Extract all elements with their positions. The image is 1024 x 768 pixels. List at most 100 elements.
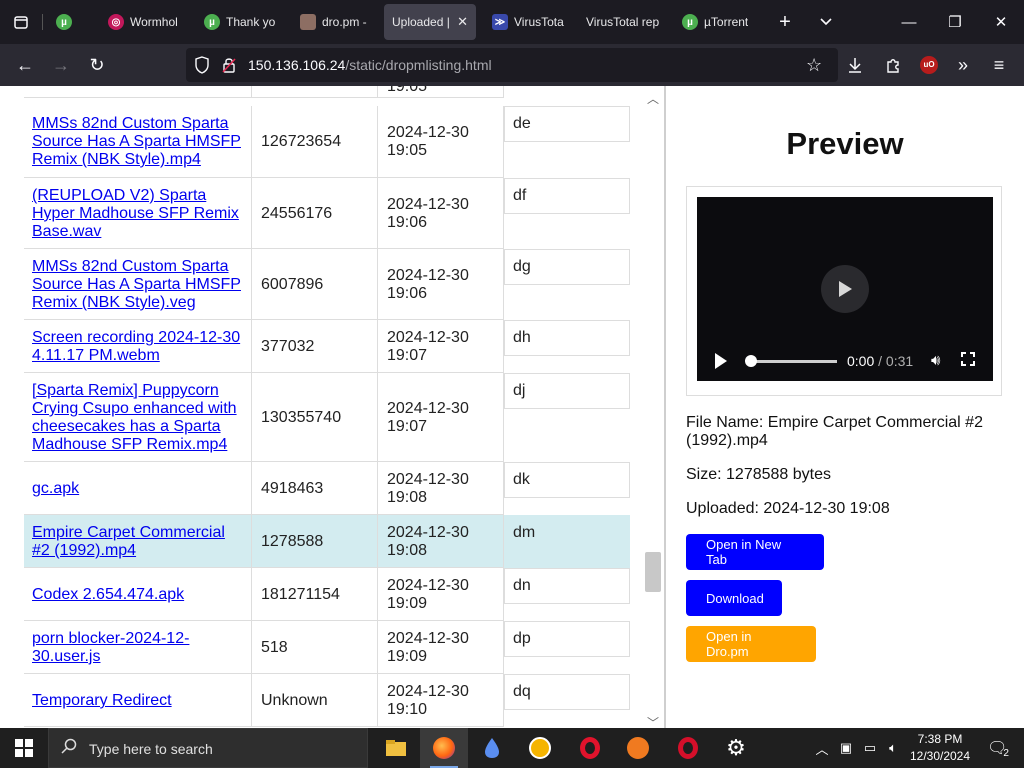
- not-secure-lock-icon[interactable]: [222, 56, 236, 79]
- show-hidden-icons-chevron[interactable]: ︿: [812, 728, 832, 768]
- uploaded-info: Uploaded: 2024-12-30 19:08: [686, 500, 890, 517]
- file-link[interactable]: (REUPLOAD V2) Sparta Hyper Madhouse SFP …: [32, 187, 243, 241]
- table-cell-size: 4918463: [252, 462, 378, 515]
- tab-dro-pm[interactable]: dro.pm -: [300, 4, 370, 40]
- file-link[interactable]: MMSs 82nd Custom Sparta Source Has A Spa…: [32, 115, 243, 169]
- network-icon[interactable]: ▭: [860, 728, 880, 768]
- windows-start-icon[interactable]: [0, 728, 48, 768]
- file-link[interactable]: Empire Carpet Commercial #2 (1992).mp4: [32, 524, 243, 560]
- tray-app-icon[interactable]: ▣: [836, 728, 856, 768]
- file-link[interactable]: Screen recording 2024-12-30 4.11.17 PM.w…: [32, 329, 243, 365]
- list-tabs-chevron-icon[interactable]: [806, 0, 846, 44]
- table-cell-size: 6007896: [252, 249, 378, 320]
- url-bar[interactable]: 150.136.106.24/static/dropmlisting.html …: [186, 48, 838, 82]
- table-row-selected[interactable]: Empire Carpet Commercial #2 (1992).mp4 1…: [24, 515, 630, 568]
- clock-date: 12/30/2024: [909, 749, 971, 763]
- file-explorer-icon[interactable]: [372, 728, 420, 768]
- table-cell-size: 130355740: [252, 373, 378, 462]
- duration: 0:31: [885, 353, 914, 369]
- search-placeholder: Type here to search: [89, 741, 213, 757]
- table-cell-id: dk: [504, 462, 630, 498]
- volume-muted-icon[interactable]: 🔈︎: [882, 728, 904, 768]
- tab-overview-icon[interactable]: [0, 0, 42, 44]
- opera-icon[interactable]: [566, 728, 614, 768]
- reload-icon[interactable]: ↻: [82, 50, 112, 80]
- seek-knob[interactable]: [745, 355, 757, 367]
- tab-utorrent-pinned[interactable]: µ: [56, 4, 82, 40]
- open-new-tab-button[interactable]: Open in New Tab: [686, 534, 824, 570]
- ublock-origin-icon[interactable]: uO: [914, 50, 944, 80]
- table-row: Codex 2.654.474.apk 181271154 2024-12-30…: [24, 568, 630, 621]
- tab-uploaded-active[interactable]: Uploaded | ✕: [384, 4, 476, 40]
- close-tab-icon[interactable]: ✕: [457, 14, 468, 30]
- time-separator: /: [878, 353, 883, 369]
- taskbar-clock[interactable]: 7:38 PM 12/30/2024: [904, 731, 976, 765]
- scroll-down-arrow-icon[interactable]: ﹀: [647, 714, 659, 728]
- new-tab-plus-icon[interactable]: +: [764, 0, 806, 44]
- table-cell-size: 518: [252, 621, 378, 674]
- table-cell-id: dq: [504, 674, 630, 710]
- close-window-icon[interactable]: ✕: [978, 0, 1024, 44]
- table-cell-size: 1278588: [252, 515, 378, 568]
- tab-utorrent[interactable]: µ µTorrent: [682, 4, 754, 40]
- table-cell-date: 2024-12-30 19:09: [378, 621, 504, 674]
- tab-wormhole[interactable]: ◎ Wormhol: [108, 4, 188, 40]
- app-orange-icon[interactable]: [614, 728, 662, 768]
- file-link[interactable]: MMSs 82nd Custom Sparta Source Has A Spa…: [32, 258, 243, 312]
- taskbar-search-box[interactable]: Type here to search: [48, 728, 368, 768]
- utorrent-icon: µ: [56, 14, 72, 30]
- url-path: /static/dropmlisting.html: [345, 57, 492, 73]
- scroll-up-arrow-icon[interactable]: ︿: [647, 90, 659, 107]
- video-player[interactable]: 0:00 / 0:31 🔊︎: [697, 197, 993, 381]
- tab-label: Thank yo: [226, 15, 276, 29]
- play-icon[interactable]: [715, 353, 727, 369]
- volume-icon[interactable]: 🔊︎: [931, 352, 940, 369]
- play-overlay-icon[interactable]: [821, 265, 869, 313]
- listing-scrollbar[interactable]: ︿ ﹀: [643, 86, 663, 728]
- table-cell-id: dj: [504, 373, 630, 409]
- bookmark-star-icon[interactable]: ☆: [806, 55, 822, 76]
- brave-browser-icon[interactable]: [516, 728, 564, 768]
- firefox-taskbar-icon[interactable]: [420, 728, 468, 768]
- table-cell-id: de: [504, 106, 630, 142]
- extensions-puzzle-icon[interactable]: [878, 50, 908, 80]
- video-time: 0:00 / 0:31: [847, 353, 913, 369]
- seek-bar[interactable]: [749, 360, 837, 363]
- file-link[interactable]: porn blocker-2024-12-30.user.js: [32, 630, 243, 666]
- more-tools-chevrons-icon[interactable]: »: [948, 50, 978, 80]
- table-cell-date: 2024-12-30 19:06: [378, 178, 504, 249]
- app-drop-icon[interactable]: [468, 728, 516, 768]
- tab-thank-you[interactable]: µ Thank yo: [204, 4, 278, 40]
- download-button[interactable]: Download: [686, 580, 782, 616]
- file-link[interactable]: Temporary Redirect: [32, 692, 243, 710]
- menu-hamburger-icon[interactable]: ≡: [984, 50, 1014, 80]
- virustotal-icon: ≫: [492, 14, 508, 30]
- minimize-icon[interactable]: —: [886, 0, 932, 44]
- file-name-info: File Name: Empire Carpet Commercial #2 (…: [686, 414, 983, 449]
- tab-label: Wormhol: [130, 15, 178, 29]
- fullscreen-icon[interactable]: [961, 352, 975, 370]
- maximize-icon[interactable]: ❐: [932, 0, 978, 44]
- table-cell-size: Unknown: [252, 674, 378, 727]
- file-link[interactable]: [Sparta Remix] Puppycorn Crying Csupo en…: [32, 382, 243, 454]
- notification-center-icon[interactable]: 🗨︎ 2: [980, 728, 1016, 768]
- back-arrow-icon[interactable]: ←: [10, 50, 40, 80]
- scrollbar-thumb[interactable]: [645, 552, 661, 592]
- settings-gear-icon[interactable]: ⚙: [712, 728, 760, 768]
- windows-taskbar: Type here to search ⚙ ︿ ▣ ▭ 🔈︎ 7:38 PM 1…: [0, 728, 1024, 768]
- open-in-dro-button[interactable]: Open in Dro.pm: [686, 626, 816, 662]
- downloads-icon[interactable]: [840, 50, 870, 80]
- tab-virustotal-report[interactable]: VirusTotal rep: [586, 4, 660, 40]
- navigation-toolbar: ← → ↻ 150.136.106.24/static/dropmlisting…: [0, 44, 1024, 86]
- forward-arrow-icon[interactable]: →: [46, 50, 76, 80]
- tab-virustotal[interactable]: ≫ VirusTotal: [492, 4, 564, 40]
- shield-icon[interactable]: [194, 56, 210, 79]
- table-row: (REUPLOAD V2) Sparta Hyper Madhouse SFP …: [24, 178, 630, 249]
- table-cell-id: dp: [504, 621, 630, 657]
- file-link[interactable]: gc.apk: [32, 480, 243, 498]
- file-link[interactable]: Codex 2.654.474.apk: [32, 586, 243, 604]
- opera-gx-icon[interactable]: [664, 728, 712, 768]
- table-cell-date: 2024-12-30 19:10: [378, 674, 504, 727]
- tab-label: Uploaded |: [392, 15, 450, 29]
- url-text[interactable]: 150.136.106.24/static/dropmlisting.html: [248, 57, 492, 73]
